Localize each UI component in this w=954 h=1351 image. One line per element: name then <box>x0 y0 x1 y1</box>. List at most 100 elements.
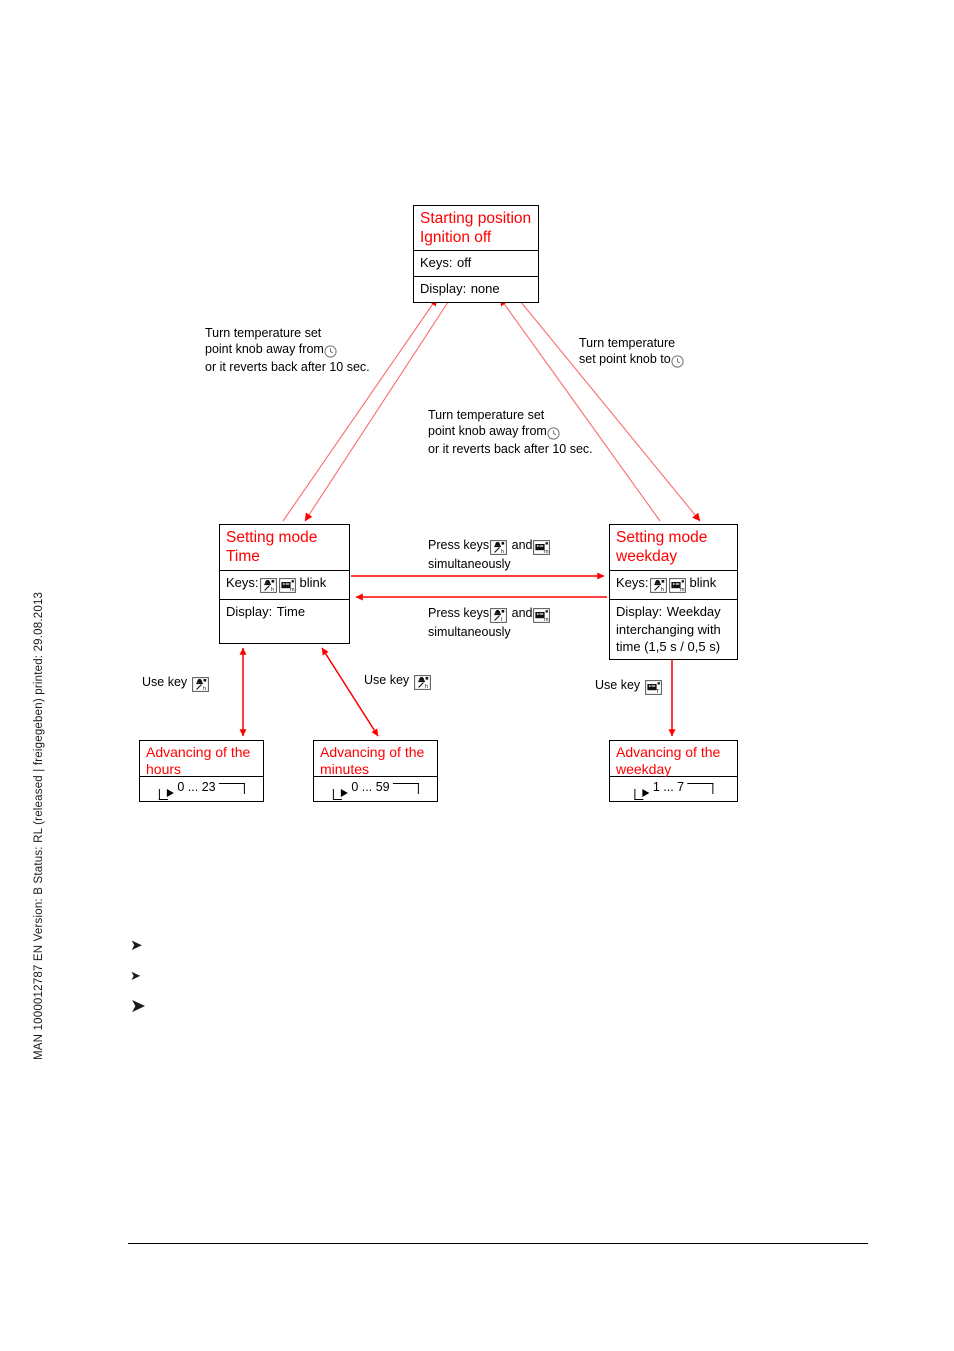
annotation-use-key-minutes: Use key h <box>364 673 432 692</box>
state-box-keys-row: Keys: off <box>414 251 538 277</box>
state-box-starting-position: Starting position Ignition off Keys: off… <box>413 205 539 303</box>
loop-range-widget: 0 ... 23 <box>158 780 245 800</box>
annotation-line2: point knob away from <box>428 423 547 438</box>
display-label: Display: <box>616 604 663 619</box>
setting-mode-time-title-line1: Setting mode <box>226 529 318 546</box>
loop-range-widget: 1 ... 7 <box>633 780 714 800</box>
annotation-line1: Turn temperature set <box>205 326 322 340</box>
annotation-line1: Turn temperature <box>579 336 676 350</box>
advancing-weekday-title-line2: weekday <box>616 761 672 777</box>
display-value-line2: interchanging with <box>616 622 721 637</box>
bullet-arrow-icon: ➤ <box>130 937 143 954</box>
keys-value: blink <box>689 575 717 590</box>
loop-arrow-icon <box>166 789 174 797</box>
advancing-hours-title-line2: hours <box>146 761 182 777</box>
keys-value: off <box>456 255 472 270</box>
svg-text:h: h <box>425 684 428 690</box>
svg-text:h: h <box>661 587 664 593</box>
svg-text:m: m <box>544 617 549 623</box>
press-keys-line2: simultaneously <box>428 624 511 639</box>
svg-text:m: m <box>290 587 295 593</box>
annotation-line1: Turn temperature set <box>428 408 545 422</box>
footer-divider <box>128 1243 868 1244</box>
clock-icon <box>671 354 684 371</box>
loop-arrow-icon <box>340 789 348 797</box>
loop-right-bar <box>392 782 419 794</box>
annotation-press-keys-top: Press keys h and m simultaneously <box>428 538 551 572</box>
svg-text:h: h <box>501 549 504 555</box>
press-keys-mid: and <box>511 538 533 552</box>
state-box-title: Advancing of the minutes <box>314 741 437 777</box>
key-hours-icon: t <box>489 608 508 625</box>
press-keys-pre: Press keys <box>428 538 490 552</box>
key-hours-icon: h <box>649 577 668 595</box>
annotation-left-transition: Turn temperature set point knob away fro… <box>205 326 370 376</box>
loop-range-widget: 0 ... 59 <box>332 780 419 800</box>
svg-text:h: h <box>203 686 206 692</box>
key-minutes-icon: m <box>532 540 551 557</box>
advancing-hours-title-line1: Advancing of the <box>146 744 251 760</box>
setting-mode-time-title-line2: Time <box>226 548 260 565</box>
bullet-arrow-icon: ➤ <box>130 968 141 983</box>
annotation-line3: or it reverts back after 10 sec. <box>205 360 370 374</box>
display-value: Time <box>276 604 306 619</box>
range-value: 1 ... 7 <box>652 780 685 794</box>
setting-mode-weekday-title-line2: weekday <box>616 548 678 565</box>
state-box-setting-mode-time: Setting mode Time Keys: h m blink Displa… <box>219 524 350 644</box>
keys-label: Keys: <box>616 575 649 590</box>
press-keys-line2: simultaneously <box>428 556 511 571</box>
keys-label: Keys: <box>420 255 453 270</box>
advancing-minutes-title-line2: minutes <box>320 761 370 777</box>
annotation-use-key-hours: Use key h <box>142 675 210 694</box>
loop-arrow-icon <box>641 789 649 797</box>
bullet-list: ➤ ➤ ➤ <box>130 938 146 1016</box>
range-value: 0 ... 59 <box>351 780 390 794</box>
loop-right-bar <box>218 782 245 794</box>
advancing-weekday-title-line1: Advancing of the <box>616 744 721 760</box>
state-box-title: Advancing of the weekday <box>610 741 737 777</box>
state-box-title: Starting position Ignition off <box>414 206 538 251</box>
display-label: Display: <box>420 281 467 296</box>
state-box-title: Setting mode weekday <box>610 525 737 571</box>
state-box-keys-row: Keys: h m blink <box>220 571 349 600</box>
state-box-keys-row: Keys: h m blink <box>610 571 737 600</box>
annotation-use-key-weekday: Use key T <box>595 678 663 697</box>
starting-position-title-line2: Ignition off <box>420 229 492 246</box>
keys-value: blink <box>299 575 327 590</box>
display-value: none <box>470 281 500 296</box>
display-value-line1: Weekday <box>666 604 721 619</box>
svg-text:m: m <box>680 587 685 593</box>
page-canvas: MAN 1000012787 EN Version: B Status: RL … <box>0 0 954 1351</box>
annotation-press-keys-bottom: Press keys t and m simultaneously <box>428 606 551 640</box>
press-keys-pre: Press keys <box>428 606 490 620</box>
state-box-range-row: 1 ... 7 <box>610 777 737 803</box>
annotation-line3: or it reverts back after 10 sec. <box>428 442 593 456</box>
key-minutes-icon: h <box>413 675 432 692</box>
state-box-range-row: 0 ... 23 <box>140 777 263 803</box>
annotation-line2: set point knob to <box>579 351 671 366</box>
annotation-mid-transition: Turn temperature set point knob away fro… <box>428 408 593 458</box>
key-hours-icon: h <box>191 677 210 694</box>
state-box-advancing-minutes: Advancing of the minutes 0 ... 59 <box>313 740 438 802</box>
state-box-title: Setting mode Time <box>220 525 349 571</box>
bullet-arrow-icon: ➤ <box>130 996 146 1017</box>
key-minutes-icon: m <box>278 577 297 595</box>
state-box-title: Advancing of the hours <box>140 741 263 777</box>
state-box-advancing-hours: Advancing of the hours 0 ... 23 <box>139 740 264 802</box>
press-keys-mid: and <box>511 606 533 620</box>
key-minutes-icon: m <box>532 608 551 625</box>
annotation-right-transition: Turn temperature set point knob to <box>579 336 684 370</box>
state-box-display-row: Display: Weekday interchanging with time… <box>610 600 737 659</box>
key-hours-icon: h <box>259 577 278 595</box>
state-box-range-row: 0 ... 59 <box>314 777 437 803</box>
keys-label: Keys: <box>226 575 259 590</box>
use-key-label: Use key <box>595 678 641 692</box>
key-weekday-icon: T <box>644 680 663 697</box>
key-hours-icon: h <box>489 540 508 557</box>
document-side-caption: MAN 1000012787 EN Version: B Status: RL … <box>33 591 45 1060</box>
loop-right-bar <box>687 782 714 794</box>
advancing-minutes-title-line1: Advancing of the <box>320 744 425 760</box>
use-key-label: Use key <box>142 675 188 689</box>
use-key-label: Use key <box>364 673 410 687</box>
clock-icon <box>547 426 560 443</box>
